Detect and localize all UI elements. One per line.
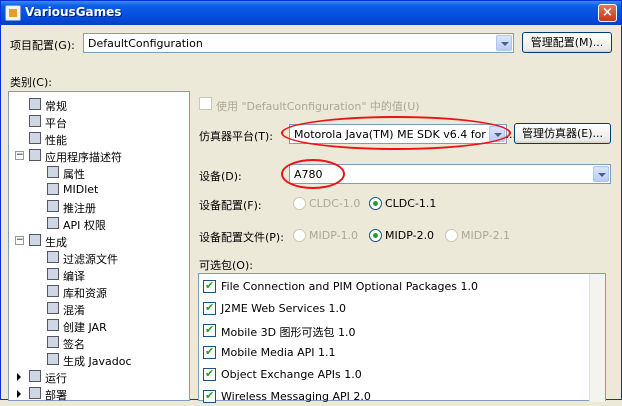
config-combo[interactable]: DefaultConfiguration (83, 33, 514, 53)
package-checkbox[interactable] (203, 279, 216, 293)
tree-item-label: 部署 (45, 389, 67, 402)
optional-packages-label: 可选包(O): (199, 259, 253, 272)
title-bar[interactable]: VariousGames × (1, 1, 621, 25)
tree-node-icon (29, 115, 41, 127)
chevron-down-icon[interactable] (489, 126, 505, 142)
radio-midp-10-label: MIDP-1.0 (309, 229, 359, 242)
device-label: 设备(D): (199, 170, 242, 183)
tree-node-icon (47, 319, 59, 331)
tree-item-label: 平台 (45, 117, 67, 130)
use-default-checkbox[interactable] (199, 97, 212, 110)
emulator-combo[interactable]: Motorola Java(TM) ME SDK v6.4 for Lin... (289, 124, 516, 144)
package-checkbox[interactable] (203, 345, 216, 359)
category-label: 类别(C): (10, 76, 52, 89)
vertical-scrollbar[interactable] (589, 274, 605, 402)
chevron-down-icon[interactable] (593, 166, 609, 182)
tree-item-label: 混淆 (63, 304, 85, 317)
tree-item-label: 创建 JAR (63, 321, 107, 334)
radio-midp-20-label: MIDP-2.0 (385, 229, 435, 242)
tree-node-icon (47, 166, 59, 178)
tree-item-label: MIDlet (63, 183, 99, 196)
package-checkbox[interactable] (203, 323, 216, 337)
tree-node-icon (47, 251, 59, 263)
collapse-toggle[interactable]: − (15, 236, 24, 245)
tree-item-label: 属性 (63, 168, 85, 181)
package-label: J2ME Web Services 1.0 (221, 302, 347, 315)
tree-item-label: 性能 (45, 134, 67, 147)
package-label: Mobile 3D 图形可选包 1.0 (221, 326, 356, 339)
tree-node-icon (29, 387, 41, 399)
expand-arrow-icon[interactable] (17, 373, 21, 381)
package-label: Wireless Messaging API 2.0 (221, 390, 371, 403)
tree-node-icon (29, 370, 41, 382)
package-label: Object Exchange APIs 1.0 (221, 368, 362, 381)
config-label: 项目配置(G): (10, 39, 75, 52)
app-icon (5, 5, 21, 21)
tree-node-icon (47, 200, 59, 212)
project-properties-window: VariousGames × 项目配置(G): DefaultConfigura… (0, 0, 622, 403)
tree-node-icon (29, 98, 41, 110)
package-label: File Connection and PIM Optional Package… (221, 280, 479, 293)
tree-item-label: 运行 (45, 372, 67, 385)
tree-node-icon (29, 132, 41, 144)
tree-item-label: 库和资源 (63, 287, 107, 300)
close-button[interactable]: × (598, 4, 617, 22)
chevron-down-icon[interactable] (496, 35, 512, 51)
tree-item-label: 推注册 (63, 202, 96, 215)
tree-item-label: 生成 (45, 236, 67, 249)
emulator-label: 仿真器平台(T): (199, 130, 274, 143)
tree-item-label: 签名 (63, 338, 85, 351)
radio-cldc-11-label: CLDC-1.1 (385, 197, 437, 210)
tree-item-label: 过滤源文件 (63, 253, 118, 266)
device-value: A780 (294, 168, 323, 181)
radio-cldc-10-label: CLDC-1.0 (309, 197, 361, 210)
radio-cldc-11[interactable] (369, 197, 382, 210)
expand-arrow-icon[interactable] (17, 390, 21, 398)
use-default-label: 使用 "DefaultConfiguration" 中的值(U) (216, 100, 420, 113)
manage-config-button[interactable]: 管理配置(M)... (522, 32, 612, 53)
manage-emulator-button[interactable]: 管理仿真器(E)... (514, 123, 611, 144)
tree-item-label: 常规 (45, 100, 67, 113)
tree-node-icon (47, 302, 59, 314)
radio-midp-10[interactable] (293, 229, 306, 242)
tree-node-icon (29, 149, 41, 161)
tree-node-icon (47, 268, 59, 280)
tree-item-label: API 权限 (63, 219, 106, 232)
tree-node-icon (47, 183, 59, 195)
radio-midp-21-label: MIDP-2.1 (461, 229, 511, 242)
optional-packages-list[interactable]: File Connection and PIM Optional Package… (198, 273, 606, 403)
tree-item-label: 应用程序描述符 (45, 151, 122, 164)
device-config-label: 设备配置(F): (199, 199, 262, 212)
package-checkbox[interactable] (203, 301, 216, 315)
tree-node-icon (47, 285, 59, 297)
category-tree[interactable]: 常规平台性能应用程序描述符 − 属性 MIDlet 推注册 API 权限生成 − 过滤源文件编… (8, 91, 190, 402)
tree-node-icon (47, 217, 59, 229)
package-checkbox[interactable] (203, 389, 216, 403)
radio-midp-20[interactable] (369, 229, 382, 242)
radio-cldc-10[interactable] (293, 197, 306, 210)
collapse-toggle[interactable]: − (15, 151, 24, 160)
emulator-value: Motorola Java(TM) ME SDK v6.4 for Lin... (294, 128, 516, 141)
radio-midp-21[interactable] (445, 229, 458, 242)
tree-item-label: 生成 Javadoc (63, 355, 132, 368)
tree-item-label: 编译 (63, 270, 85, 283)
package-label: Mobile Media API 1.1 (221, 346, 336, 359)
device-combo[interactable]: A780 (289, 164, 611, 184)
package-checkbox[interactable] (203, 367, 216, 381)
config-value: DefaultConfiguration (88, 37, 203, 50)
tree-node-icon (47, 336, 59, 348)
tree-node-icon (47, 353, 59, 365)
tree-node-icon (29, 234, 41, 246)
window-title: VariousGames (25, 5, 122, 19)
device-profile-label: 设备配置文件(P): (199, 231, 284, 244)
